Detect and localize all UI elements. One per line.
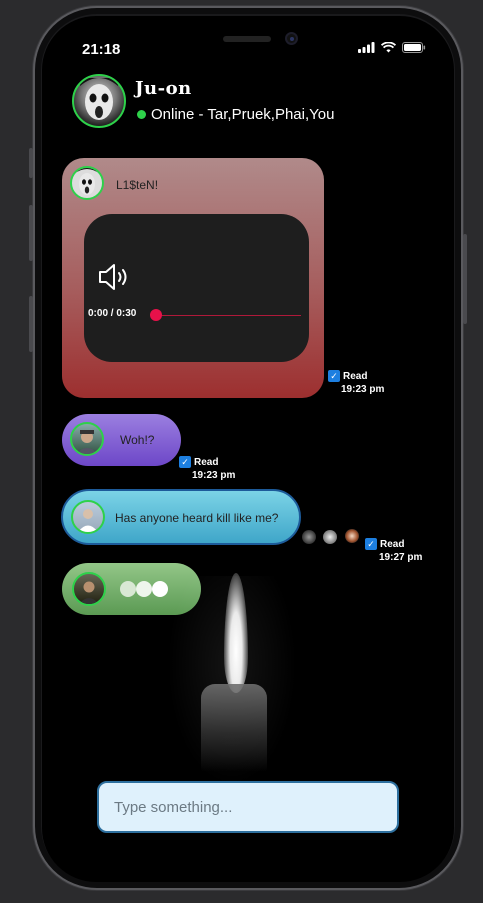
sender-avatar bbox=[70, 422, 104, 456]
sender-name: L1$teN! bbox=[116, 178, 159, 192]
audio-player[interactable]: 0:00 / 0:30 bbox=[84, 214, 309, 362]
ghost-face-icon bbox=[80, 78, 118, 120]
sender-avatar bbox=[72, 572, 106, 606]
power-button bbox=[463, 234, 467, 324]
read-time: 19:23 pm bbox=[341, 384, 385, 395]
read-time: 19:27 pm bbox=[379, 552, 423, 563]
status-icons bbox=[358, 42, 426, 53]
online-status-dot bbox=[137, 110, 146, 119]
candle bbox=[201, 684, 267, 772]
volume-up-button bbox=[29, 205, 33, 261]
read-receipt: ✓ Read 19:27 pm bbox=[365, 538, 422, 564]
audio-time: 0:00 / 0:30 bbox=[88, 308, 137, 319]
sender-avatar bbox=[71, 500, 105, 534]
read-check-icon: ✓ bbox=[179, 456, 191, 469]
presence-row: Online - Tar,Pruek,Phai,You bbox=[137, 106, 334, 123]
wifi-icon bbox=[381, 42, 396, 53]
volume-down-button bbox=[29, 296, 33, 352]
group-avatar[interactable] bbox=[72, 74, 126, 128]
seen-by-avatar bbox=[302, 530, 316, 544]
seen-by-avatar bbox=[345, 529, 359, 543]
read-time: 19:23 pm bbox=[192, 470, 236, 481]
message-text: Woh!? bbox=[120, 433, 155, 447]
seen-by-avatar bbox=[323, 530, 337, 544]
ghost-face-icon bbox=[74, 168, 100, 195]
person-avatar-icon bbox=[79, 581, 99, 604]
earpiece-speaker bbox=[223, 36, 271, 42]
audio-progress-track[interactable] bbox=[156, 315, 301, 316]
chat-title: Ju-on bbox=[135, 78, 192, 99]
audio-progress-thumb[interactable] bbox=[150, 309, 162, 321]
typing-dot bbox=[120, 581, 136, 597]
signal-icon bbox=[358, 42, 375, 53]
message-bubble[interactable]: Has anyone heard kill like me? bbox=[61, 489, 301, 545]
mute-switch bbox=[29, 148, 33, 178]
read-receipt: ✓ Read 19:23 pm bbox=[328, 370, 384, 396]
read-label: Read bbox=[380, 539, 405, 550]
audio-message-bubble[interactable]: L1$teN! 0:00 / 0:30 bbox=[62, 158, 324, 398]
read-receipt: ✓ Read 19:23 pm bbox=[179, 456, 235, 482]
status-time: 21:18 bbox=[82, 41, 121, 58]
screen: 21:18 Ju-on Online - Tar,Pruek,Phai,You … bbox=[42, 16, 454, 882]
message-bubble[interactable]: Woh!? bbox=[62, 414, 181, 466]
message-input[interactable] bbox=[97, 781, 399, 833]
volume-icon[interactable] bbox=[98, 262, 132, 292]
message-text: Has anyone heard kill like me? bbox=[115, 511, 279, 525]
presence-text: Online - Tar,Pruek,Phai,You bbox=[151, 106, 335, 123]
read-label: Read bbox=[343, 371, 368, 382]
read-check-icon: ✓ bbox=[328, 370, 340, 383]
battery-icon bbox=[402, 42, 426, 53]
sender-avatar bbox=[70, 166, 104, 200]
read-check-icon: ✓ bbox=[365, 538, 377, 551]
read-label: Read bbox=[194, 457, 219, 468]
person-avatar-icon bbox=[78, 509, 98, 532]
person-avatar-icon bbox=[76, 430, 98, 454]
typing-dot bbox=[136, 581, 152, 597]
front-camera bbox=[285, 32, 298, 45]
